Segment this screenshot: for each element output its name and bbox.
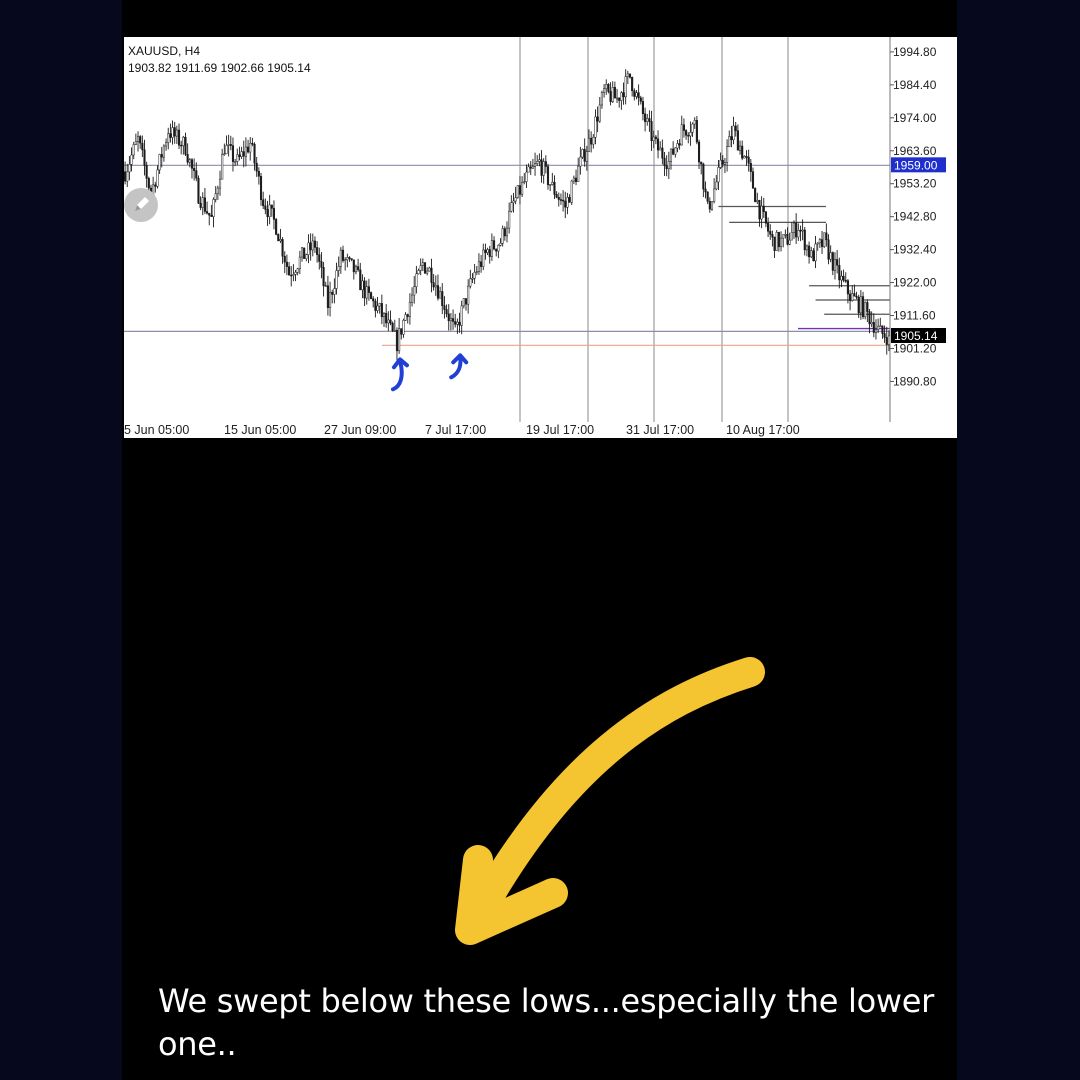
annotation-layer [455,657,765,945]
caption-text: We swept below these lows...especially t… [158,982,934,1063]
yellow-arrow-icon [455,657,765,945]
